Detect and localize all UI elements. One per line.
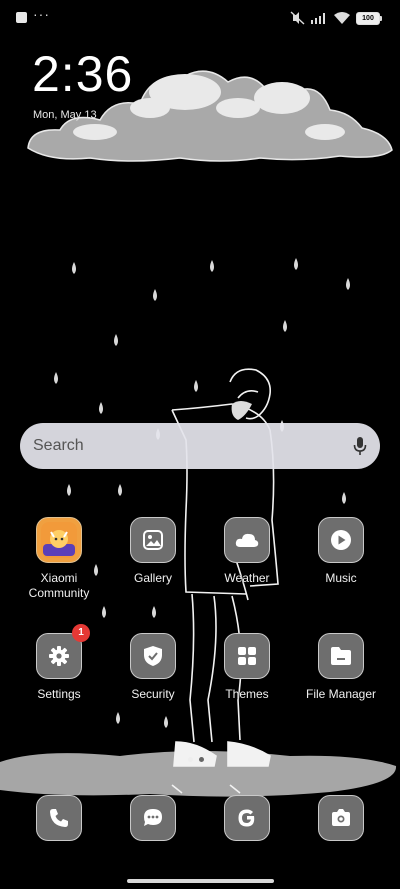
themes-icon [224, 633, 270, 679]
app-label: File Manager [305, 687, 377, 701]
notification-icon [16, 12, 27, 23]
gallery-icon [130, 517, 176, 563]
google-icon [224, 795, 270, 841]
mute-icon [290, 11, 305, 25]
app-label: Xiaomi Community [28, 571, 90, 600]
shield-icon [130, 633, 176, 679]
app-music[interactable]: Music [294, 517, 388, 586]
app-xiaomi-community[interactable]: Xiaomi Community [12, 517, 106, 601]
camera-icon [318, 795, 364, 841]
gear-icon: 1 [36, 624, 90, 679]
folder-icon [318, 633, 364, 679]
wifi-icon [334, 12, 350, 24]
app-weather[interactable]: Weather [200, 517, 294, 586]
status-bar: ··· 100 [0, 0, 400, 34]
app-label: Security [131, 687, 175, 701]
app-security[interactable]: Security [106, 633, 200, 702]
xiaomi-community-icon [36, 517, 82, 563]
app-label: Settings [37, 687, 81, 701]
search-placeholder: Search [33, 437, 84, 454]
dock-messages[interactable] [106, 795, 200, 841]
signal-icon [311, 13, 325, 24]
clock-date[interactable]: Mon, May 13 [33, 109, 97, 121]
music-icon [318, 517, 364, 563]
dock-google[interactable] [200, 795, 294, 841]
app-settings[interactable]: 1 Settings [12, 624, 106, 702]
clock-time[interactable]: 2:36 [32, 48, 133, 100]
gesture-navigation-bar[interactable] [127, 879, 274, 883]
notification-badge: 1 [72, 624, 90, 642]
app-label: Music [325, 571, 357, 585]
page-indicator [188, 757, 204, 762]
messages-icon [130, 795, 176, 841]
dock-phone[interactable] [12, 795, 106, 841]
phone-icon [36, 795, 82, 841]
search-bar[interactable]: Search [20, 423, 380, 469]
microphone-icon[interactable] [340, 423, 380, 469]
weather-icon [224, 517, 270, 563]
app-label: Weather [224, 571, 270, 585]
page-dot-active [188, 757, 193, 762]
app-themes[interactable]: Themes [200, 633, 294, 702]
app-label: Themes [225, 687, 269, 701]
app-gallery[interactable]: Gallery [106, 517, 200, 586]
app-file-manager[interactable]: File Manager [294, 633, 388, 702]
battery-icon: 100 [356, 11, 382, 25]
more-notifications-icon: ··· [33, 6, 50, 22]
app-label: Gallery [133, 571, 172, 585]
page-dot [199, 757, 204, 762]
dock-camera[interactable] [294, 795, 388, 841]
